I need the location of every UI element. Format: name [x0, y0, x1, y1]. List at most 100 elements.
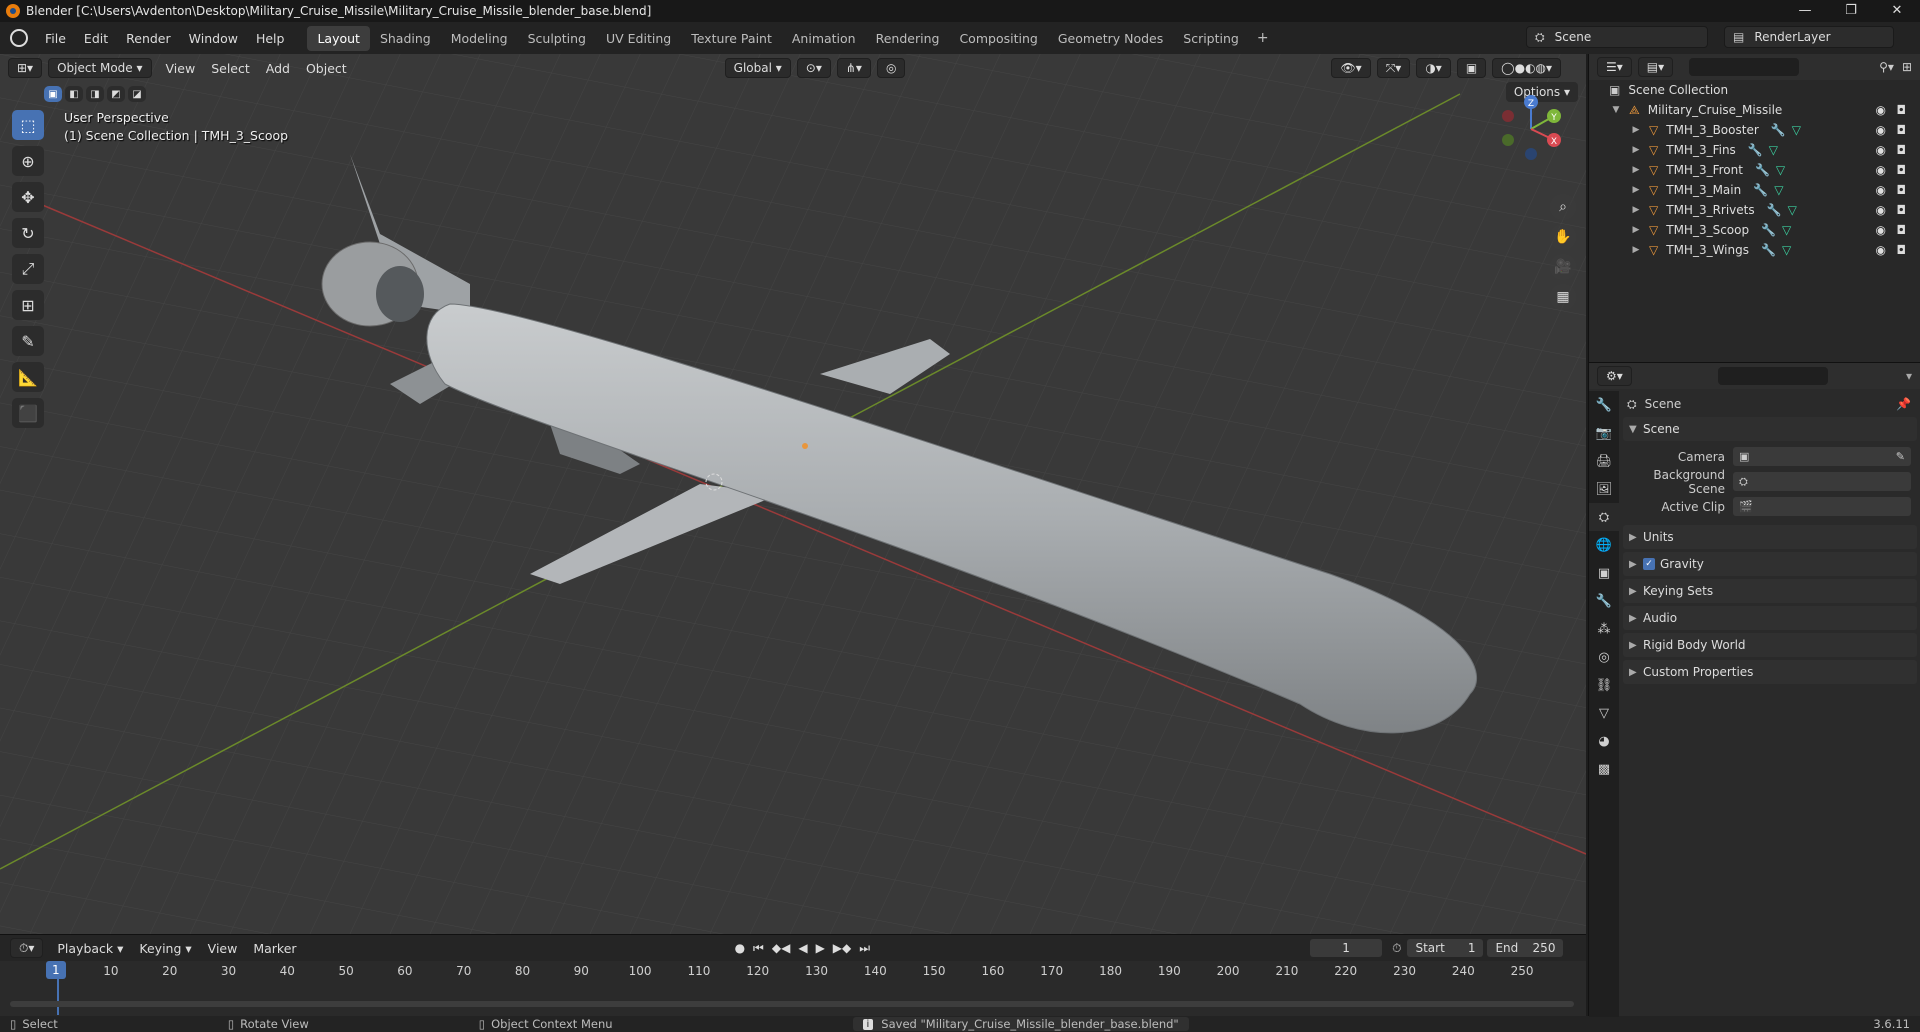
- gizmo-neg-x-icon[interactable]: [1502, 110, 1514, 122]
- expand-arrow-icon[interactable]: ▶: [1629, 125, 1643, 135]
- expand-arrow-icon[interactable]: ▶: [1629, 145, 1643, 155]
- keying-sets-panel[interactable]: ▶ Keying Sets: [1623, 579, 1917, 603]
- annotate-tool-icon[interactable]: ✎: [12, 326, 44, 356]
- outliner-object-row[interactable]: ▶ ▽ TMH_3_Fins 🔧 ▽ ◉ ◘: [1589, 140, 1920, 160]
- tab-modeling[interactable]: Modeling: [441, 26, 518, 51]
- gravity-panel[interactable]: ▶ ✓ Gravity: [1623, 552, 1917, 576]
- outliner-object-row[interactable]: ▶ ▽ TMH_3_Front 🔧 ▽ ◉ ◘: [1589, 160, 1920, 180]
- expand-arrow-icon[interactable]: ▶: [1629, 205, 1643, 215]
- mesh-data-icon[interactable]: ▽: [1788, 203, 1797, 217]
- properties-search-input[interactable]: [1717, 367, 1828, 385]
- mesh-data-icon[interactable]: ▽: [1776, 163, 1785, 177]
- tab-texture-paint[interactable]: Texture Paint: [681, 26, 782, 51]
- active-clip-field[interactable]: 🎬: [1733, 497, 1911, 516]
- scene-selector[interactable]: ⛭ Scene: [1526, 26, 1708, 48]
- viewport-menu-add[interactable]: Add: [258, 61, 298, 76]
- properties-editor-type-icon[interactable]: ⚙▾: [1597, 366, 1632, 386]
- camera-field[interactable]: ▣ ✎: [1733, 447, 1911, 466]
- menu-window[interactable]: Window: [180, 31, 247, 46]
- mesh-data-icon[interactable]: ▽: [1769, 143, 1778, 157]
- outliner-search-input[interactable]: [1689, 58, 1800, 76]
- timeline-menu-keying[interactable]: Keying ▾: [131, 941, 199, 956]
- outliner-object-row[interactable]: ▶ ▽ TMH_3_Main 🔧 ▽ ◉ ◘: [1589, 180, 1920, 200]
- scene-tab-icon[interactable]: ⛭: [1589, 503, 1619, 531]
- modifier-icon[interactable]: 🔧: [1755, 163, 1770, 177]
- mode-dropdown[interactable]: Object Mode ▾: [48, 58, 152, 78]
- properties-editor[interactable]: ⚙▾ ▾ 🔧 📷 🖨 🖼 ⛭ 🌐 ▣ 🔧 ⁂ ◎ ⛓ ▽ ◕ ▩ ⛭ Scene…: [1588, 362, 1920, 1017]
- data-tab-icon[interactable]: ▽: [1589, 699, 1619, 727]
- tab-geometry-nodes[interactable]: Geometry Nodes: [1048, 26, 1173, 51]
- timeline-scrollbar[interactable]: [10, 1001, 1574, 1007]
- timeline-editor[interactable]: ⏱▾ Playback ▾ Keying ▾ View Marker ● ⏮ ◆…: [0, 934, 1586, 1016]
- pin-icon[interactable]: 📌: [1896, 397, 1911, 411]
- physics-tab-icon[interactable]: ◎: [1589, 643, 1619, 671]
- visibility-eye-icon[interactable]: ◉: [1876, 223, 1886, 237]
- render-camera-icon[interactable]: ◘: [1897, 183, 1907, 197]
- expand-arrow-icon[interactable]: ▶: [1629, 165, 1643, 175]
- close-button[interactable]: ✕: [1874, 0, 1920, 22]
- render-camera-icon[interactable]: ◘: [1897, 243, 1907, 257]
- audio-panel[interactable]: ▶ Audio: [1623, 606, 1917, 630]
- outliner-scene-collection[interactable]: ▣ Scene Collection: [1589, 80, 1920, 100]
- modifier-icon[interactable]: 🔧: [1761, 243, 1776, 257]
- modifier-icon[interactable]: 🔧: [1771, 123, 1786, 137]
- select-intersect-icon[interactable]: ◪: [128, 86, 146, 102]
- scene-panel-header[interactable]: ▼ Scene: [1623, 417, 1917, 441]
- start-frame-field[interactable]: Start 1: [1407, 939, 1484, 957]
- output-tab-icon[interactable]: 🖨: [1589, 447, 1619, 475]
- timeline-editor-type-icon[interactable]: ⏱▾: [10, 938, 44, 958]
- orientation-dropdown[interactable]: Global ▾: [724, 58, 791, 78]
- rotate-tool-icon[interactable]: ↻: [12, 218, 44, 248]
- pivot-icon[interactable]: ⊙▾: [796, 58, 831, 78]
- tab-uv-editing[interactable]: UV Editing: [596, 26, 681, 51]
- modifier-icon[interactable]: 🔧: [1767, 203, 1782, 217]
- render-camera-icon[interactable]: ◘: [1897, 103, 1907, 117]
- gizmo-neg-z-icon[interactable]: [1525, 148, 1537, 160]
- menu-edit[interactable]: Edit: [75, 31, 117, 46]
- snap-icon[interactable]: ⋔▾: [836, 58, 871, 78]
- visibility-eye-icon[interactable]: ◉: [1876, 123, 1886, 137]
- stopwatch-icon[interactable]: ⏱: [1392, 941, 1401, 956]
- tab-animation[interactable]: Animation: [782, 26, 866, 51]
- gravity-checkbox[interactable]: ✓: [1643, 558, 1655, 570]
- measure-tool-icon[interactable]: 📐: [12, 362, 44, 392]
- units-panel[interactable]: ▶ Units: [1623, 525, 1917, 549]
- editor-type-button[interactable]: ⊞▾: [8, 58, 43, 78]
- menu-help[interactable]: Help: [247, 31, 294, 46]
- viewport-menu-select[interactable]: Select: [203, 61, 258, 76]
- texture-tab-icon[interactable]: ▩: [1589, 755, 1619, 783]
- tab-sculpting[interactable]: Sculpting: [518, 26, 596, 51]
- mesh-data-icon[interactable]: ▽: [1774, 183, 1783, 197]
- gizmo-neg-y-icon[interactable]: [1502, 134, 1514, 146]
- expand-arrow-icon[interactable]: ▶: [1629, 225, 1643, 235]
- outliner-editor-type-icon[interactable]: ☰▾: [1597, 57, 1632, 77]
- modifier-icon[interactable]: 🔧: [1753, 183, 1768, 197]
- camera-view-icon[interactable]: 🎥: [1550, 254, 1576, 280]
- current-frame-field[interactable]: 1: [1310, 939, 1383, 957]
- eyedropper-icon[interactable]: ✎: [1896, 450, 1905, 463]
- 3d-viewport[interactable]: ⊞▾ Object Mode ▾ View Select Add Object …: [0, 54, 1586, 934]
- tool-tab-icon[interactable]: 🔧: [1589, 391, 1619, 419]
- outliner-object-row[interactable]: ▶ ▽ TMH_3_Rrivets 🔧 ▽ ◉ ◘: [1589, 200, 1920, 220]
- xray-icon[interactable]: ▣: [1456, 58, 1487, 78]
- select-new-icon[interactable]: ▣: [44, 86, 62, 102]
- visibility-eye-icon[interactable]: ◉: [1876, 243, 1886, 257]
- visibility-eye-icon[interactable]: ◉: [1876, 163, 1886, 177]
- timeline-menu-marker[interactable]: Marker: [245, 941, 304, 956]
- viewport-menu-object[interactable]: Object: [298, 61, 355, 76]
- visibility-eye-icon[interactable]: ◉: [1876, 143, 1886, 157]
- particles-tab-icon[interactable]: ⁂: [1589, 615, 1619, 643]
- select-subtract-icon[interactable]: ◨: [86, 86, 104, 102]
- jump-start-icon[interactable]: ⏮: [753, 941, 764, 956]
- filter-icon[interactable]: ⚲▾: [1879, 60, 1894, 74]
- navigation-gizmo[interactable]: Z Y X: [1496, 94, 1566, 164]
- display-mode-icon[interactable]: ▤▾: [1637, 57, 1674, 77]
- visibility-icon[interactable]: 👁▾: [1331, 58, 1371, 78]
- overlays-icon[interactable]: ◑▾: [1416, 58, 1451, 78]
- background-scene-field[interactable]: ⛭: [1733, 472, 1911, 491]
- tab-compositing[interactable]: Compositing: [949, 26, 1047, 51]
- select-box-tool-icon[interactable]: ⬚: [12, 110, 44, 140]
- expand-arrow-icon[interactable]: ▼: [1609, 105, 1623, 115]
- menu-render[interactable]: Render: [117, 31, 180, 46]
- mesh-data-icon[interactable]: ▽: [1782, 223, 1791, 237]
